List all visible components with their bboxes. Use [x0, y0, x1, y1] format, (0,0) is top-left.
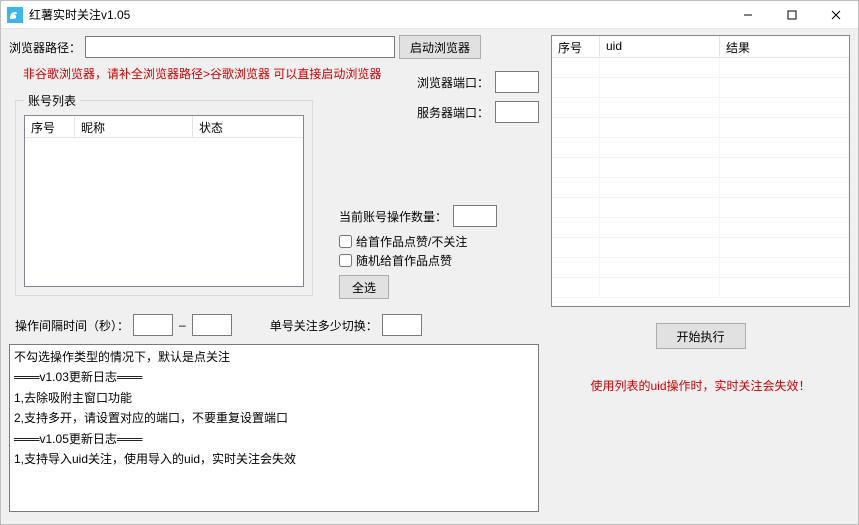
browser-port-label: 浏览器端口：	[417, 74, 489, 91]
close-button[interactable]	[814, 1, 858, 28]
account-list-legend: 账号列表	[24, 92, 80, 109]
titlebar: 红薯实时关注v1.05	[1, 1, 858, 29]
start-execute-button[interactable]: 开始执行	[656, 323, 746, 349]
log-textarea[interactable]	[9, 344, 539, 512]
uid-list-body	[552, 58, 849, 298]
account-list-group: 账号列表 序号 昵称 状态	[15, 100, 313, 296]
like-unfollow-checkbox[interactable]: 给首作品点赞/不关注	[339, 233, 539, 250]
browser-path-input[interactable]	[85, 36, 395, 58]
server-port-input[interactable]	[495, 101, 539, 123]
client-area: 浏览器路径： 启动浏览器 非谷歌浏览器，请补全浏览器路径>谷歌浏览器 可以直接启…	[1, 29, 858, 524]
uid-col-result[interactable]: 结果	[720, 36, 849, 57]
uid-col-uid[interactable]: uid	[600, 36, 720, 57]
minimize-button[interactable]	[726, 1, 770, 28]
uid-list-header: 序号 uid 结果	[552, 36, 849, 58]
browser-port-input[interactable]	[495, 71, 539, 93]
account-options: 当前账号操作数量： 给首作品点赞/不关注 随机给首作品点赞 全选	[339, 205, 539, 299]
window-buttons	[726, 1, 858, 28]
window-title: 红薯实时关注v1.05	[29, 6, 726, 23]
random-like-box[interactable]	[339, 254, 352, 267]
select-all-button[interactable]: 全选	[339, 275, 389, 299]
ports-area: 浏览器端口： 服务器端口：	[339, 71, 539, 131]
launch-browser-button[interactable]: 启动浏览器	[399, 35, 481, 59]
browser-path-label: 浏览器路径：	[9, 39, 81, 56]
maximize-button[interactable]	[770, 1, 814, 28]
random-like-label: 随机给首作品点赞	[356, 252, 452, 269]
col-status[interactable]: 状态	[193, 116, 303, 137]
like-unfollow-label: 给首作品点赞/不关注	[356, 233, 467, 250]
account-list-header: 序号 昵称 状态	[25, 116, 303, 138]
single-switch-label: 单号关注多少切换：	[270, 317, 378, 334]
uid-warning: 使用列表的uid操作时，实时关注会失效！	[551, 377, 850, 394]
interval-label: 操作间隔时间（秒）：	[15, 317, 129, 334]
current-ops-label: 当前账号操作数量：	[339, 208, 447, 225]
like-unfollow-box[interactable]	[339, 235, 352, 248]
random-like-checkbox[interactable]: 随机给首作品点赞	[339, 252, 539, 269]
col-seq[interactable]: 序号	[25, 116, 75, 137]
single-switch-input[interactable]	[382, 314, 422, 336]
app-icon	[7, 7, 23, 23]
account-listview[interactable]: 序号 昵称 状态	[24, 115, 304, 287]
interval-max-input[interactable]	[192, 314, 232, 336]
interval-min-input[interactable]	[133, 314, 173, 336]
current-ops-input[interactable]	[453, 205, 497, 227]
server-port-label: 服务器端口：	[417, 104, 489, 121]
col-nick[interactable]: 昵称	[75, 116, 193, 137]
uid-listview[interactable]: 序号 uid 结果	[551, 35, 850, 307]
uid-col-seq[interactable]: 序号	[552, 36, 600, 57]
interval-dash: –	[177, 318, 188, 332]
main-window: 红薯实时关注v1.05 浏览器路径： 启动浏览器	[0, 0, 859, 525]
